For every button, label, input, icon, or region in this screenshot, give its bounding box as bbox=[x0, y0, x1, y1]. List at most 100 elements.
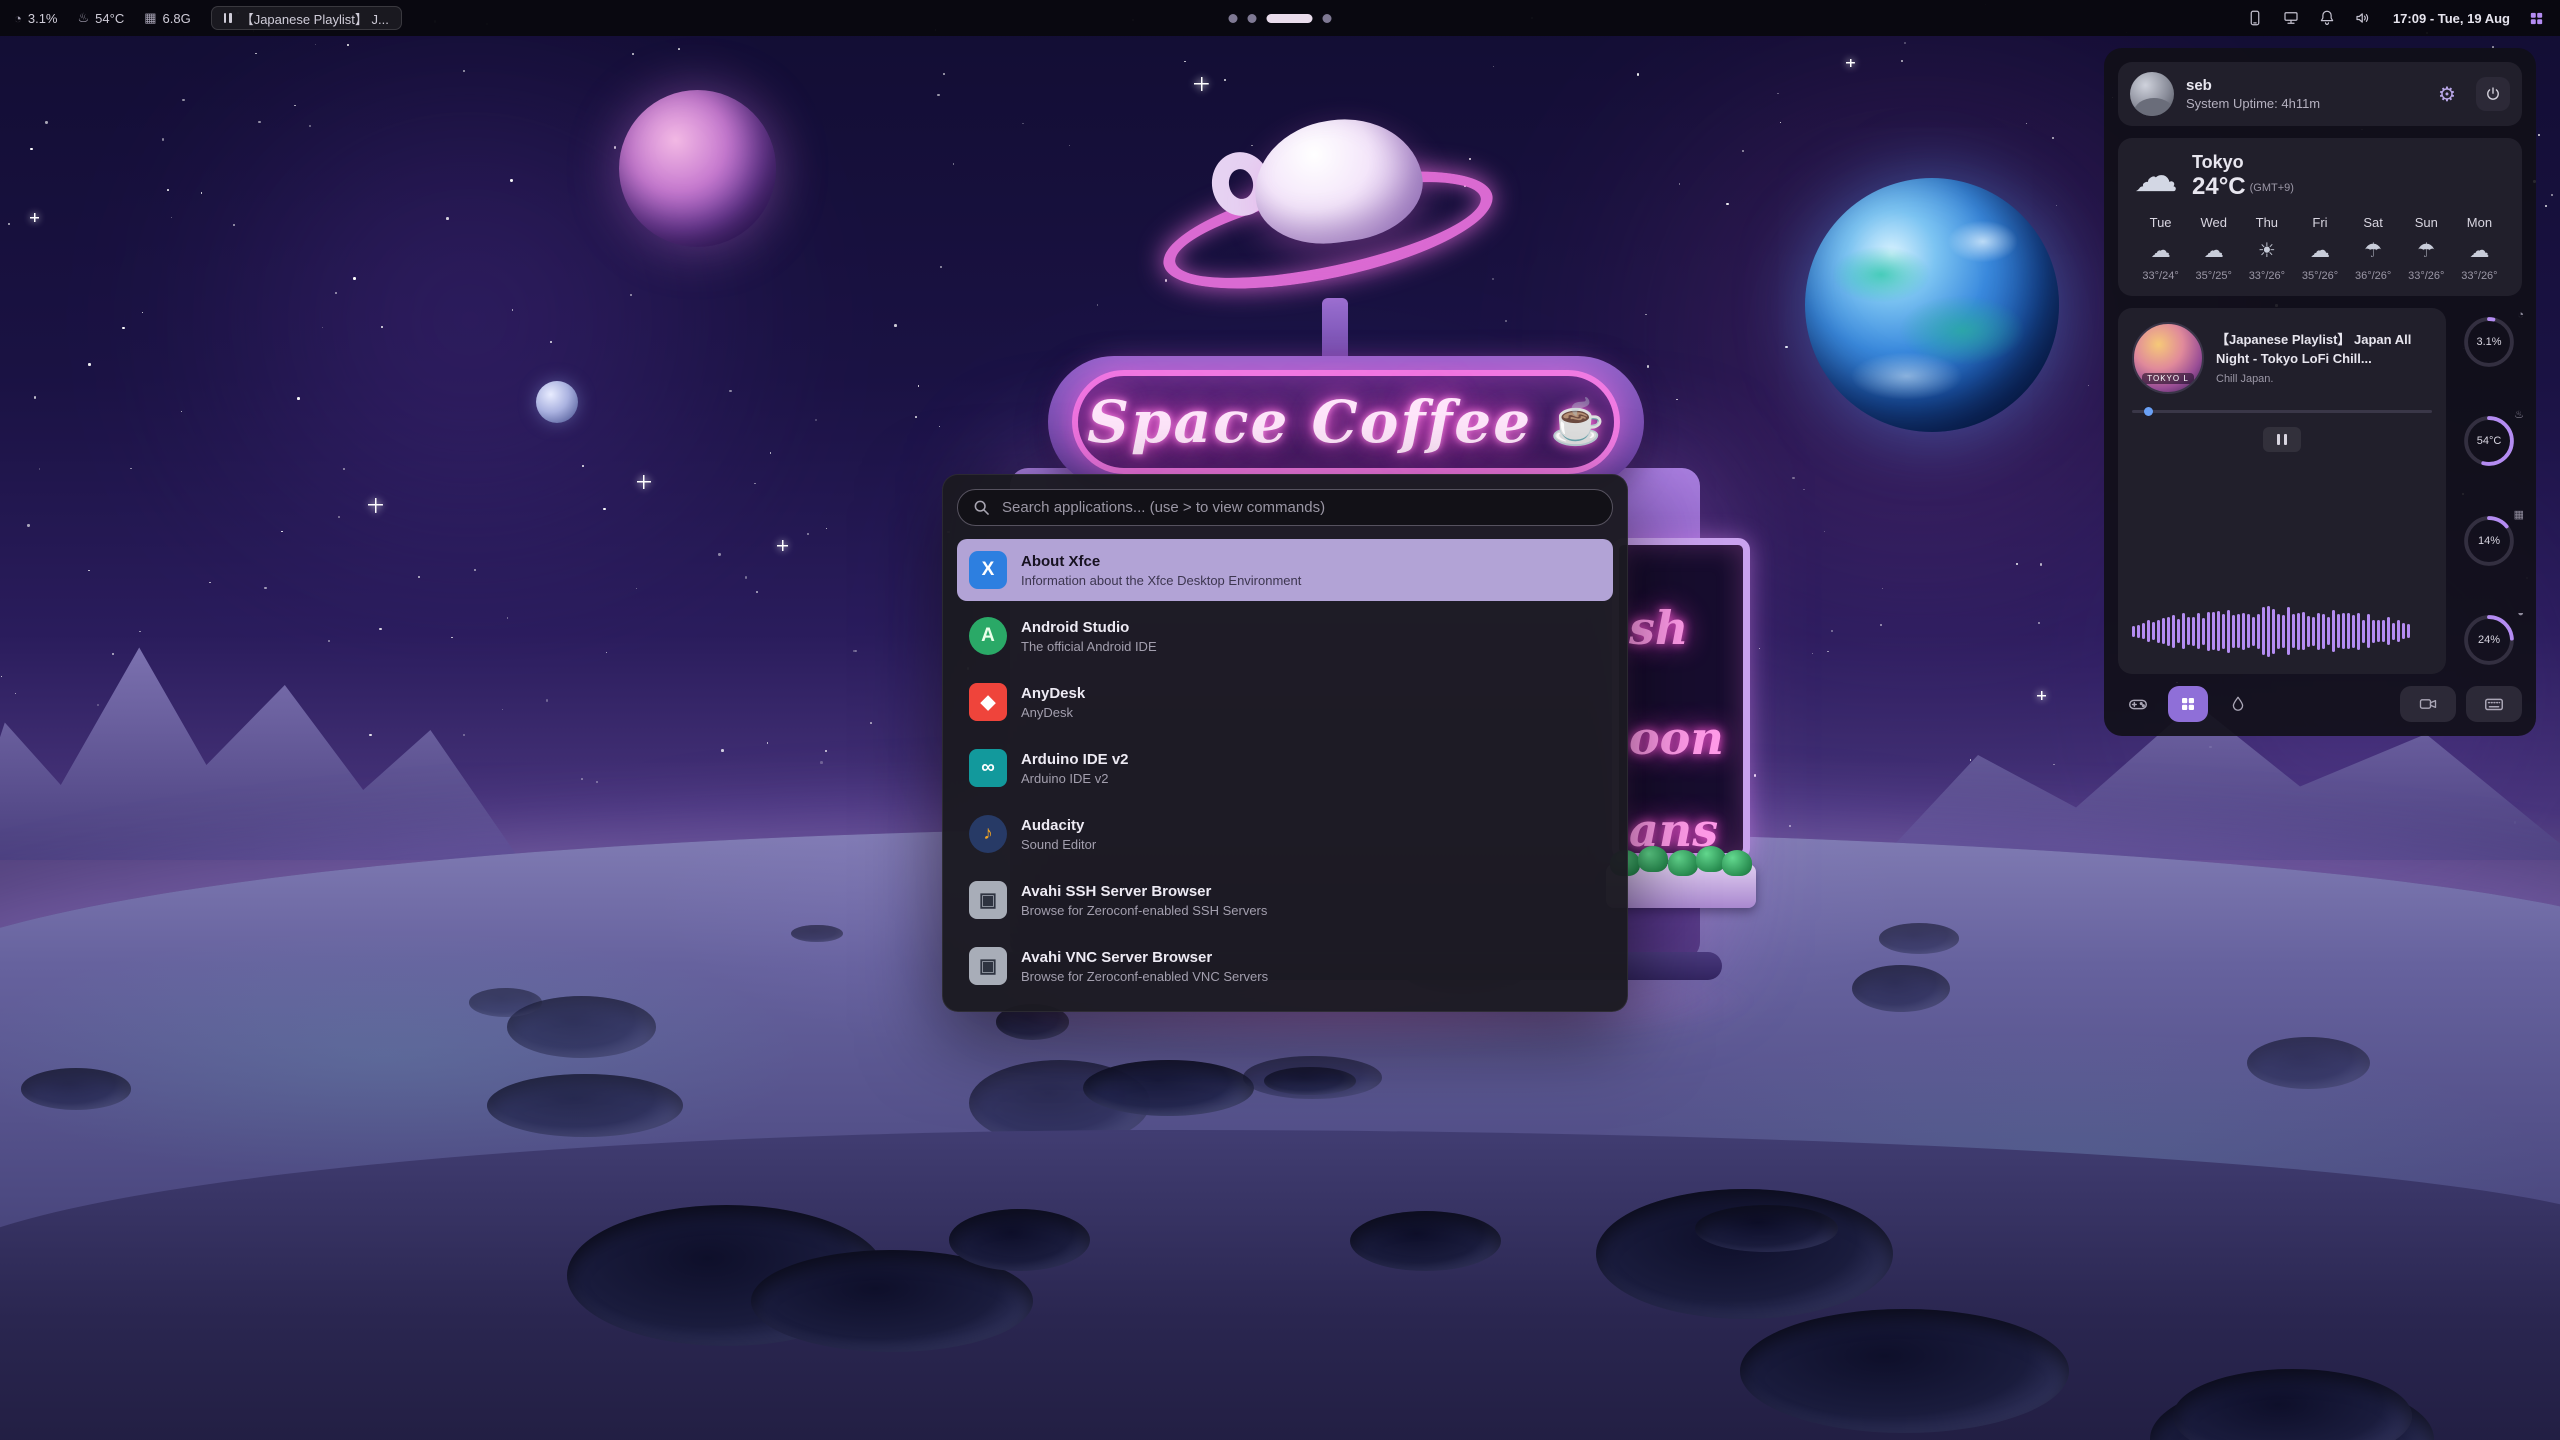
mountains-left bbox=[0, 610, 520, 860]
clock[interactable]: 17:09 - Tue, 19 Aug bbox=[2393, 11, 2510, 26]
workspace-dot[interactable] bbox=[1248, 14, 1257, 23]
search-icon bbox=[971, 497, 992, 523]
app-icon: ♪ bbox=[969, 815, 1007, 853]
forecast-temps: 33°/24° bbox=[2134, 270, 2187, 282]
launcher-result-row[interactable]: ▣ Avahi SSH Server Browser Browse for Ze… bbox=[957, 869, 1613, 931]
system-stats: ◔ 3.1% ♨ 54°C ▦ 6.8G 【Japanese Playlist】… bbox=[14, 6, 402, 30]
forecast-day: Fri ☁ 35°/26° bbox=[2293, 215, 2346, 282]
temperature-value: 54°C bbox=[95, 11, 124, 26]
media-progress-bar[interactable] bbox=[2132, 410, 2432, 413]
launcher-result-row[interactable]: ♪ Audacity Sound Editor bbox=[957, 803, 1613, 865]
settings-button[interactable]: ⚙ bbox=[2430, 77, 2464, 111]
apps-button[interactable] bbox=[2168, 686, 2208, 722]
shop-window-text: sh bbox=[1629, 601, 1688, 655]
search-input[interactable] bbox=[957, 489, 1613, 526]
search-bar bbox=[957, 489, 1613, 526]
forecast-temps: 36°/26° bbox=[2347, 270, 2400, 282]
avatar bbox=[2130, 72, 2174, 116]
album-art: TOKYO L bbox=[2132, 322, 2204, 394]
workspace-dot[interactable] bbox=[1229, 14, 1238, 23]
forecast-day-name: Fri bbox=[2293, 215, 2346, 230]
app-icon: ∞ bbox=[969, 749, 1007, 787]
forecast-day-name: Sun bbox=[2400, 215, 2453, 230]
launcher-result-row[interactable]: X About Xfce Information about the Xfce … bbox=[957, 539, 1613, 601]
forecast-day: Sat ☂ 36°/26° bbox=[2347, 215, 2400, 282]
forecast-day-name: Tue bbox=[2134, 215, 2187, 230]
app-icon: ◆ bbox=[969, 683, 1007, 721]
sign-text: Space Coffee bbox=[1087, 388, 1532, 456]
disk-gauge: 24% ◒ bbox=[2461, 612, 2517, 668]
workspace-dot[interactable] bbox=[1323, 14, 1332, 23]
media-progress-dot[interactable] bbox=[2144, 407, 2153, 416]
forecast-day: Tue ☁ 33°/24° bbox=[2134, 215, 2187, 282]
disk-icon: ◒ bbox=[2517, 607, 2524, 619]
album-art-text: TOKYO L bbox=[2142, 373, 2194, 384]
volume-icon[interactable] bbox=[2353, 8, 2373, 28]
panel-tray: 17:09 - Tue, 19 Aug bbox=[2245, 8, 2546, 28]
screencast-button[interactable] bbox=[2400, 686, 2456, 722]
forecast-weather-icon: ☁ bbox=[2453, 238, 2506, 264]
display-icon[interactable] bbox=[2281, 8, 2301, 28]
memory-icon: ▦ bbox=[144, 10, 156, 26]
app-launcher: X About Xfce Information about the Xfce … bbox=[942, 474, 1628, 1012]
workspace-indicator bbox=[1229, 0, 1332, 36]
desktop: sh oon ans Space Coffee ☕ ◔ bbox=[0, 0, 2560, 1440]
app-icon: A bbox=[969, 617, 1007, 655]
forecast-temps: 33°/26° bbox=[2453, 270, 2506, 282]
temperature-stat: ♨ 54°C bbox=[78, 10, 125, 26]
memory-gauge: 14% ▦ bbox=[2461, 513, 2517, 569]
app-description: Information about the Xfce Desktop Envir… bbox=[1021, 573, 1301, 588]
color-picker-button[interactable] bbox=[2218, 686, 2258, 722]
launcher-result-row[interactable]: ▣ Avahi VNC Server Browser Browse for Ze… bbox=[957, 935, 1613, 997]
app-name: Android Studio bbox=[1021, 619, 1157, 636]
launcher-results: X About Xfce Information about the Xfce … bbox=[957, 539, 1613, 997]
quick-actions bbox=[2118, 686, 2522, 722]
launcher-result-row[interactable]: ∞ Arduino IDE v2 Arduino IDE v2 bbox=[957, 737, 1613, 799]
cpu-value: 3.1% bbox=[28, 11, 58, 26]
apps-grid-icon bbox=[2179, 695, 2197, 713]
now-playing-widget[interactable]: 【Japanese Playlist】 J... bbox=[211, 6, 402, 30]
app-name: Arduino IDE v2 bbox=[1021, 751, 1129, 768]
workspace-dot[interactable] bbox=[1267, 14, 1313, 23]
waveform bbox=[2132, 602, 2432, 660]
coffee-cup-icon: ☕ bbox=[1550, 396, 1605, 448]
app-description: The official Android IDE bbox=[1021, 639, 1157, 654]
power-icon bbox=[2484, 85, 2502, 103]
pause-icon bbox=[224, 13, 232, 23]
forecast-weather-icon: ☁ bbox=[2134, 238, 2187, 264]
launcher-result-row[interactable]: ◆ AnyDesk AnyDesk bbox=[957, 671, 1613, 733]
keyboard-button[interactable] bbox=[2466, 686, 2522, 722]
weather-temperature: 24°C bbox=[2192, 173, 2246, 200]
control-panel: seb System Uptime: 4h11m ⚙ ☁ Tokyo 24°C(… bbox=[2104, 48, 2536, 736]
earth-planet bbox=[1805, 178, 2059, 432]
launcher-result-row[interactable]: A Android Studio The official Android ID… bbox=[957, 605, 1613, 667]
pause-button[interactable] bbox=[2263, 427, 2301, 452]
forecast-day-name: Mon bbox=[2453, 215, 2506, 230]
temperature-icon: ♨ bbox=[78, 10, 90, 26]
forecast-weather-icon: ☁ bbox=[2187, 238, 2240, 264]
notifications-icon[interactable] bbox=[2317, 8, 2337, 28]
forecast-temps: 35°/25° bbox=[2187, 270, 2240, 282]
phone-link-icon[interactable] bbox=[2245, 8, 2265, 28]
forecast-day: Sun ☂ 33°/26° bbox=[2400, 215, 2453, 282]
overview-grid-icon[interactable] bbox=[2526, 8, 2546, 28]
media-player-card: TOKYO L 【Japanese Playlist】 Japan All Ni… bbox=[2118, 308, 2446, 674]
floating-saturn-cup bbox=[1168, 118, 1488, 308]
forecast-temps: 33°/26° bbox=[2240, 270, 2293, 282]
weather-city: Tokyo bbox=[2192, 152, 2294, 173]
gear-icon: ⚙ bbox=[2438, 82, 2456, 107]
forecast-day-name: Sat bbox=[2347, 215, 2400, 230]
forecast-weather-icon: ☁ bbox=[2293, 238, 2346, 264]
system-uptime: System Uptime: 4h11m bbox=[2186, 96, 2320, 111]
power-button[interactable] bbox=[2476, 77, 2510, 111]
app-name: Avahi SSH Server Browser bbox=[1021, 883, 1267, 900]
forecast-day: Wed ☁ 35°/25° bbox=[2187, 215, 2240, 282]
forecast-day: Mon ☁ 33°/26° bbox=[2453, 215, 2506, 282]
username: seb bbox=[2186, 77, 2320, 94]
shop-window-text: oon bbox=[1629, 711, 1724, 765]
forecast-day: Thu ☀ 33°/26° bbox=[2240, 215, 2293, 282]
gamepad-button[interactable] bbox=[2118, 686, 2158, 722]
system-gauges: 3.1% ◔ 54°C ♨ 14% ▦ 24% ◒ bbox=[2456, 308, 2522, 674]
cloud-icon: ☁ bbox=[2134, 155, 2178, 199]
temperature-gauge: 54°C ♨ bbox=[2461, 413, 2517, 469]
